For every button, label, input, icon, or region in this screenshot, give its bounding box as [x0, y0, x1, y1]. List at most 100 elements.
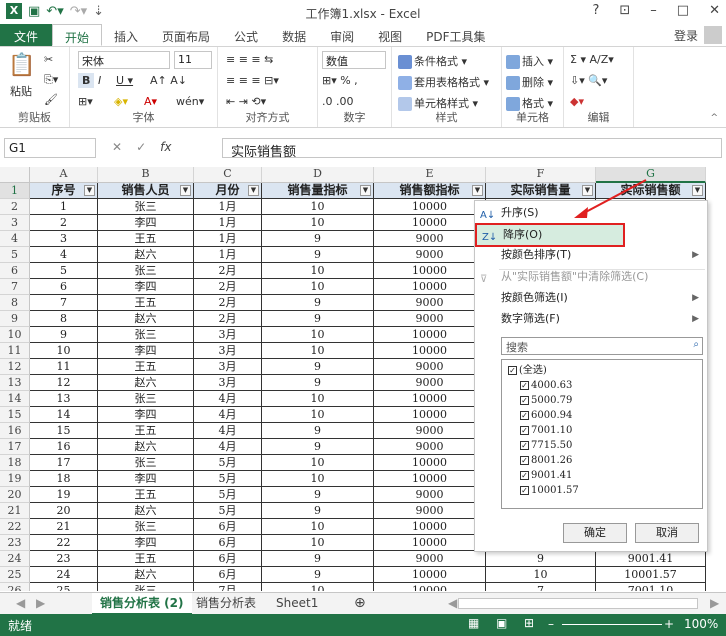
- table-cell[interactable]: 李四: [98, 343, 194, 359]
- table-cell[interactable]: 王五: [98, 487, 194, 503]
- tab-pdf-tools[interactable]: PDF工具集: [414, 24, 497, 46]
- format-painter-icon[interactable]: 🖌: [44, 93, 58, 106]
- filter-dropdown-icon[interactable]: ▼: [360, 185, 371, 196]
- table-cell[interactable]: 22: [30, 535, 98, 551]
- insert-cells-button[interactable]: 插入 ▾: [506, 53, 553, 69]
- filter-search-input[interactable]: 搜索 ⌕: [501, 337, 703, 355]
- checkbox-icon[interactable]: ✓: [520, 396, 529, 405]
- autosum-icon[interactable]: Σ ▾ A/Z▾: [570, 53, 614, 66]
- row-header[interactable]: 17: [0, 439, 30, 455]
- filter-list-item[interactable]: ✓ 7001.10: [520, 424, 572, 437]
- table-cell[interactable]: 9: [262, 359, 374, 375]
- cut-icon[interactable]: ✂: [44, 53, 53, 66]
- table-cell[interactable]: 6月: [194, 535, 262, 551]
- tab-formulas[interactable]: 公式: [222, 24, 270, 46]
- table-cell[interactable]: 10: [486, 567, 596, 583]
- table-cell[interactable]: 1月: [194, 231, 262, 247]
- column-header-a[interactable]: A: [30, 167, 98, 183]
- filter-by-color-item[interactable]: 按颜色筛选(I) ▶: [475, 288, 707, 308]
- checkbox-icon[interactable]: ✓: [508, 366, 517, 375]
- table-cell[interactable]: 9: [262, 567, 374, 583]
- row-header[interactable]: 2: [0, 199, 30, 215]
- table-cell[interactable]: 9: [262, 375, 374, 391]
- sort-by-color-item[interactable]: 按颜色排序(T) ▶: [475, 245, 707, 265]
- table-cell[interactable]: 9000: [374, 487, 486, 503]
- table-cell[interactable]: 10: [30, 343, 98, 359]
- filter-list-item[interactable]: ✓ 5000.79: [520, 394, 572, 407]
- filter-dropdown-icon[interactable]: ▼: [248, 185, 259, 196]
- table-cell[interactable]: 10000: [374, 279, 486, 295]
- table-cell[interactable]: 10000: [374, 327, 486, 343]
- table-cell[interactable]: 15: [30, 423, 98, 439]
- row-header[interactable]: 23: [0, 535, 30, 551]
- number-format-select[interactable]: 数值: [322, 51, 386, 69]
- font-name-select[interactable]: 宋体: [78, 51, 170, 69]
- table-cell[interactable]: 9: [262, 503, 374, 519]
- checkbox-icon[interactable]: ✓: [520, 381, 529, 390]
- table-cell[interactable]: 10000: [374, 455, 486, 471]
- tab-view[interactable]: 视图: [366, 24, 414, 46]
- row-header[interactable]: 15: [0, 407, 30, 423]
- row-header[interactable]: 24: [0, 551, 30, 567]
- table-cell[interactable]: 7: [30, 295, 98, 311]
- table-cell[interactable]: 王五: [98, 551, 194, 567]
- row-header[interactable]: 22: [0, 519, 30, 535]
- ribbon-display-icon[interactable]: ⊡: [619, 3, 630, 18]
- paste-icon[interactable]: 📋: [8, 53, 35, 78]
- filter-dropdown-icon[interactable]: ▼: [472, 185, 483, 196]
- table-cell[interactable]: 3月: [194, 359, 262, 375]
- table-cell[interactable]: 9000: [374, 359, 486, 375]
- row-header[interactable]: 7: [0, 279, 30, 295]
- table-cell[interactable]: 张三: [98, 391, 194, 407]
- table-cell[interactable]: 5月: [194, 471, 262, 487]
- table-cell[interactable]: 9000: [374, 503, 486, 519]
- table-header-cell[interactable]: 销售人员 ▼: [98, 183, 194, 199]
- table-cell[interactable]: 10: [262, 471, 374, 487]
- table-cell[interactable]: 10000: [374, 199, 486, 215]
- table-cell[interactable]: 10000: [374, 535, 486, 551]
- delete-cells-button[interactable]: 删除 ▾: [506, 74, 553, 90]
- table-cell[interactable]: 李四: [98, 535, 194, 551]
- table-cell[interactable]: 9: [262, 295, 374, 311]
- table-cell[interactable]: 李四: [98, 215, 194, 231]
- conditional-format-button[interactable]: 条件格式 ▾: [398, 53, 467, 69]
- table-cell[interactable]: 18: [30, 471, 98, 487]
- table-cell[interactable]: 24: [30, 567, 98, 583]
- table-cell[interactable]: 20: [30, 503, 98, 519]
- formula-input[interactable]: 实际销售额: [222, 138, 722, 160]
- align-top-icon[interactable]: ≡ ≡ ≡ ⇆: [226, 53, 273, 66]
- column-header-c[interactable]: C: [194, 167, 262, 183]
- table-cell[interactable]: 王五: [98, 231, 194, 247]
- row-header[interactable]: 1: [0, 183, 30, 199]
- table-cell[interactable]: 赵六: [98, 375, 194, 391]
- row-header[interactable]: 9: [0, 311, 30, 327]
- table-cell[interactable]: 10: [262, 327, 374, 343]
- help-button[interactable]: ?: [592, 3, 599, 18]
- table-cell[interactable]: 张三: [98, 263, 194, 279]
- table-cell[interactable]: 10000: [374, 567, 486, 583]
- table-cell[interactable]: 4: [30, 247, 98, 263]
- checkbox-icon[interactable]: ✓: [520, 456, 529, 465]
- avatar[interactable]: [704, 26, 722, 44]
- row-header[interactable]: 18: [0, 455, 30, 471]
- sort-descending-item[interactable]: Z↓ 降序(O): [475, 223, 625, 247]
- table-cell[interactable]: 赵六: [98, 439, 194, 455]
- table-cell[interactable]: 2月: [194, 263, 262, 279]
- tab-sheet-sales-2[interactable]: 销售分析表 (2): [92, 593, 192, 615]
- filter-dropdown-icon[interactable]: ▼: [180, 185, 191, 196]
- table-cell[interactable]: 5: [30, 263, 98, 279]
- table-cell[interactable]: 21: [30, 519, 98, 535]
- page-break-view-icon[interactable]: ⊞: [524, 616, 534, 630]
- table-cell[interactable]: 10: [262, 583, 374, 591]
- table-cell[interactable]: 9000: [374, 247, 486, 263]
- table-cell[interactable]: 张三: [98, 519, 194, 535]
- table-cell[interactable]: 10000: [374, 215, 486, 231]
- table-cell[interactable]: 10000: [374, 263, 486, 279]
- table-cell[interactable]: 3月: [194, 375, 262, 391]
- filter-list-item[interactable]: ✓ 8001.26: [520, 454, 572, 467]
- tab-home[interactable]: 开始: [52, 24, 103, 46]
- table-cell[interactable]: 10: [262, 199, 374, 215]
- table-header-cell[interactable]: 销售量指标 ▼: [262, 183, 374, 199]
- clear-icon[interactable]: ◆▾: [570, 95, 584, 108]
- font-color-icon[interactable]: A▾: [144, 95, 157, 108]
